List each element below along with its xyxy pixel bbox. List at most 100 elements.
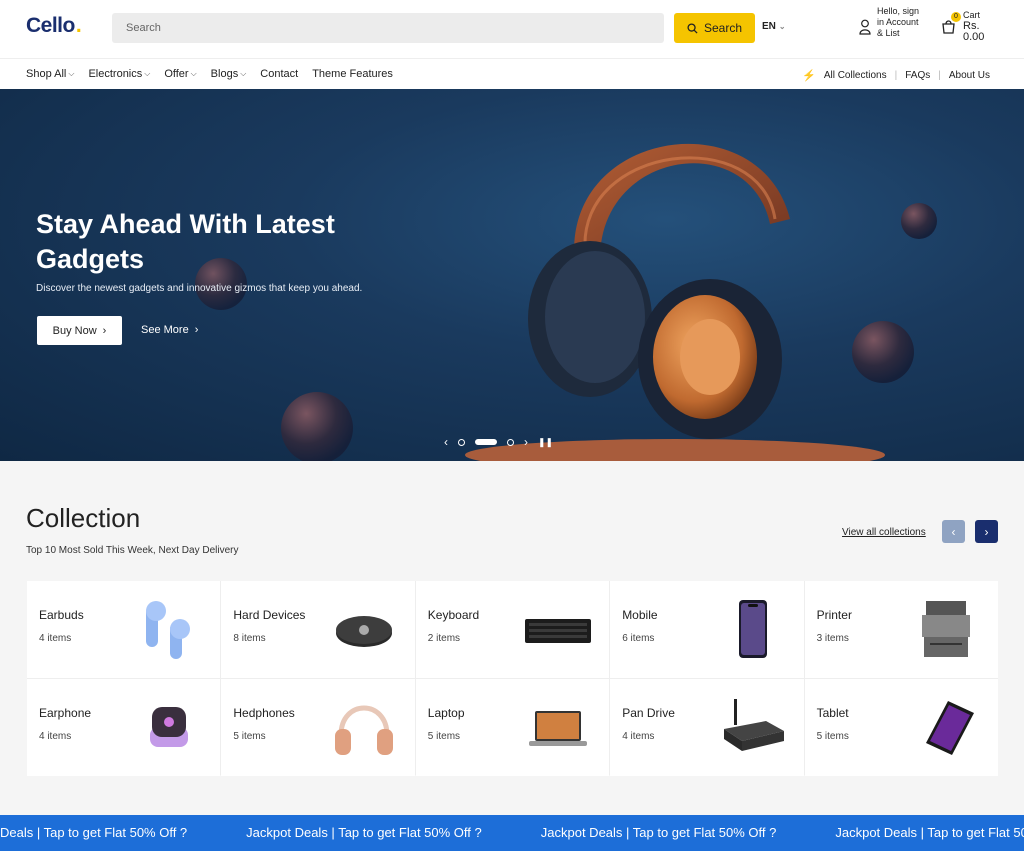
collection-count: 3 items — [816, 633, 849, 644]
collection-count: 5 items — [816, 731, 849, 742]
about-us-link[interactable]: About Us — [949, 70, 990, 81]
collection-name: Pan Drive — [622, 706, 675, 720]
headphones-icon — [334, 705, 393, 755]
see-more-link[interactable]: See More › — [141, 324, 198, 336]
collection-name: Tablet — [816, 706, 849, 720]
lightning-icon: ⚡ — [802, 70, 816, 82]
collection-next-button[interactable]: › — [975, 520, 998, 543]
collection-count: 4 items — [39, 633, 72, 644]
cart-count-badge: 0 — [951, 12, 961, 22]
nav-item-label: Contact — [260, 68, 299, 80]
mobile-icon — [738, 600, 767, 658]
tablet-icon — [925, 701, 974, 755]
all-collections-link[interactable]: All Collections — [824, 70, 887, 81]
logo[interactable]: Cello. — [26, 13, 83, 38]
collection-count: 5 items — [427, 731, 461, 742]
collection-card-mobile[interactable]: Mobile 6 items — [610, 581, 804, 678]
hero-slider: Stay Ahead With Latest Gadgets Discover … — [0, 89, 1024, 461]
chevron-right-icon: › — [194, 324, 199, 336]
slider-dot-3[interactable] — [507, 438, 514, 446]
buy-now-button[interactable]: Buy Now › — [37, 316, 122, 345]
collection-count: 2 items — [427, 633, 461, 644]
chevron-right-icon: › — [984, 524, 989, 539]
slider-dot-2-active[interactable] — [475, 439, 497, 445]
separator: | — [938, 70, 941, 81]
search-button[interactable]: Search — [674, 13, 755, 43]
chevron-right-icon: › — [102, 324, 107, 337]
chevron-left-icon: ‹ — [951, 524, 956, 539]
marquee-track: Deals | Tap to get Flat 50% Off ? Jackpo… — [0, 825, 1024, 840]
collection-name: Printer — [816, 608, 852, 622]
buy-now-label: Buy Now — [52, 324, 97, 337]
collection-name: Earphone — [39, 706, 92, 720]
chevron-down-icon: ⌵ — [190, 69, 197, 78]
collection-count: 4 items — [39, 731, 72, 742]
marquee-item: Jackpot Deals | Tap to get Flat 50% Off … — [246, 825, 482, 840]
collection-title: Collection — [26, 503, 141, 533]
nav-item-blogs[interactable]: Blogs ⌵ — [211, 68, 247, 80]
collection-prev-button[interactable]: ‹ — [942, 520, 965, 543]
collection-card-laptop[interactable]: Laptop 5 items — [415, 679, 610, 776]
hard-device-icon — [335, 616, 392, 647]
view-all-collections-link[interactable]: View all collections — [842, 527, 926, 538]
nav-item-electronics[interactable]: Electronics ⌵ — [88, 68, 150, 80]
logo-text: Cello — [26, 14, 75, 37]
keyboard-icon — [525, 619, 592, 643]
earbuds-icon — [146, 601, 191, 659]
language-selector[interactable]: EN ⌄ — [762, 21, 786, 32]
search-input[interactable] — [112, 13, 664, 43]
chevron-down-icon: ⌵ — [68, 69, 75, 78]
separator: | — [894, 70, 898, 81]
collection-card-tablet[interactable]: Tablet 5 items — [804, 679, 998, 776]
nav-item-contact[interactable]: Contact — [260, 68, 298, 80]
slider-next-button[interactable]: › — [524, 435, 528, 449]
pause-icon[interactable]: ❚❚ — [538, 437, 553, 448]
chevron-down-icon: ⌵ — [144, 69, 151, 78]
language-label: EN — [762, 21, 776, 32]
promo-marquee[interactable]: Deals | Tap to get Flat 50% Off ? Jackpo… — [0, 815, 1024, 851]
search-button-label: Search — [703, 21, 743, 35]
printer-icon — [921, 601, 970, 657]
nav-secondary: ⚡ All Collections | FAQs | About Us — [802, 69, 990, 82]
earphone-icon — [150, 707, 189, 747]
nav-menu: Shop All ⌵ Electronics ⌵ Offer ⌵ Blogs ⌵ Con… — [26, 68, 393, 80]
nav-item-shop-all[interactable]: Shop All ⌵ — [26, 68, 74, 80]
collection-card-earbuds[interactable]: Earbuds 4 items — [27, 581, 221, 678]
faqs-link[interactable]: FAQs — [905, 70, 930, 81]
collection-card-pan-drive[interactable]: Pan Drive 4 items — [610, 679, 804, 776]
logo-dot: . — [74, 13, 83, 38]
collection-card-earphone[interactable]: Earphone 4 items — [27, 679, 221, 776]
collection-card-headphones[interactable]: Hedphones 5 items — [221, 679, 415, 776]
collection-name: Mobile — [622, 608, 658, 622]
nav-item-label: Theme Features — [312, 68, 393, 80]
collection-count: 6 items — [622, 633, 655, 644]
account-link[interactable]: Hello, sign in Account & List — [859, 6, 923, 39]
collection-card-printer[interactable]: Printer 3 items — [804, 581, 998, 678]
collection-card-hard-devices[interactable]: Hard Devices 8 items — [221, 581, 415, 678]
slider-prev-button[interactable]: ‹ — [444, 435, 448, 449]
collection-count: 8 items — [233, 633, 266, 644]
chevron-down-icon: ⌵ — [240, 69, 247, 78]
collection-grid: Earbuds 4 items Hard Devices 8 items Key… — [27, 581, 998, 776]
collection-name: Laptop — [427, 706, 465, 720]
nav-item-theme-features[interactable]: Theme Features — [312, 68, 393, 80]
nav-item-label: Shop All — [26, 68, 67, 80]
collection-subtitle: Top 10 Most Sold This Week, Next Day Del… — [26, 545, 239, 556]
cart-amount: Rs. 0.00 — [963, 20, 985, 43]
laptop-icon — [529, 711, 588, 746]
see-more-label: See More — [141, 324, 189, 336]
cart-text: Cart Rs. 0.00 — [963, 10, 989, 43]
collection-count: 5 items — [233, 731, 266, 742]
slider-dot-1[interactable] — [458, 438, 465, 446]
collection-name: Hedphones — [233, 706, 295, 720]
collection-name: Hard Devices — [233, 608, 306, 622]
nav-item-offer[interactable]: Offer ⌵ — [164, 68, 196, 80]
cart-link[interactable]: 0 Cart Rs. 0.00 — [941, 10, 989, 43]
hero-title: Stay Ahead With Latest Gadgets — [36, 209, 335, 274]
nav-item-label: Blogs — [210, 68, 239, 80]
marquee-item: Jackpot Deals | Tap to get Flat 50% Off … — [540, 825, 777, 840]
collection-count: 4 items — [622, 731, 655, 742]
nav-item-label: Electronics — [88, 68, 143, 80]
hero-subtitle: Discover the newest gadgets and innovati… — [36, 283, 363, 294]
collection-card-keyboard[interactable]: Keyboard 2 items — [415, 581, 610, 678]
